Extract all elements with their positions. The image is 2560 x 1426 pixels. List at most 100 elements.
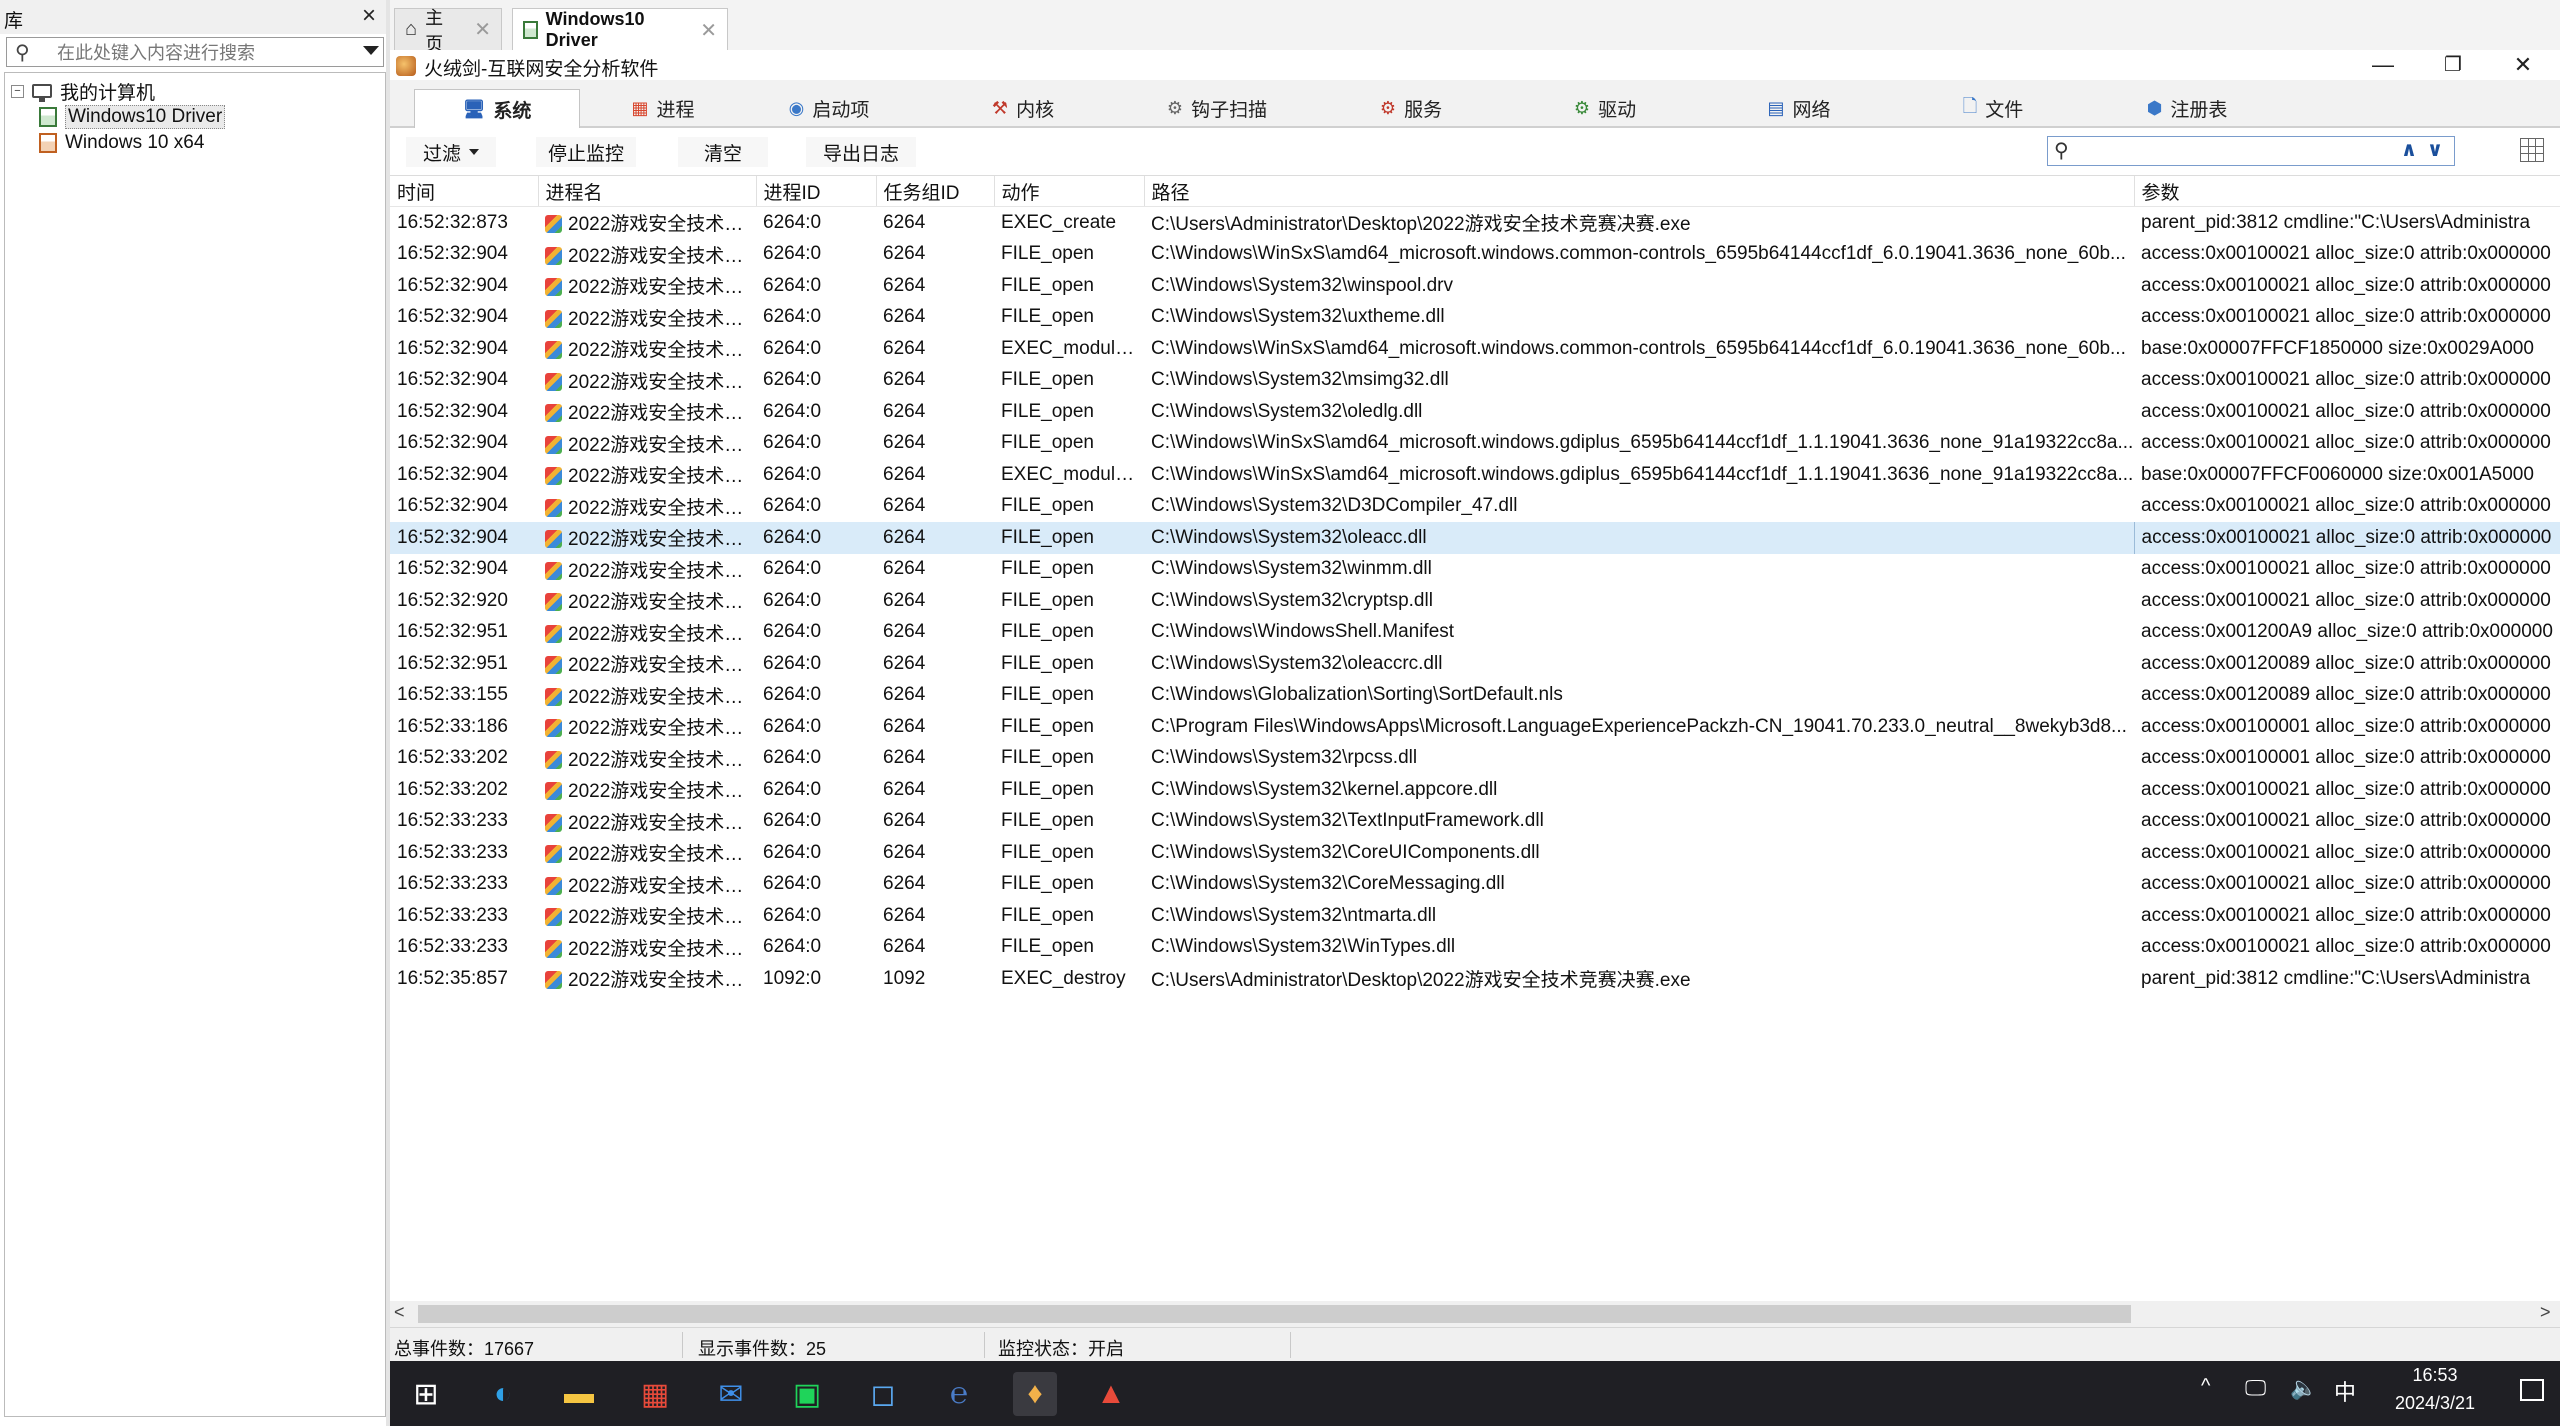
column-header-pid[interactable]: 进程ID	[756, 176, 877, 207]
tab-module-3[interactable]: ⚒ 内核	[940, 89, 1106, 128]
library-close-icon[interactable]: ×	[362, 2, 376, 30]
edge-icon: ◐	[493, 1377, 513, 1410]
tree-node-windows10-x64[interactable]: Windows 10 x64	[39, 131, 204, 155]
taskbar-app-5[interactable]: ▣	[785, 1372, 829, 1416]
library-search-box[interactable]: ⚲	[6, 37, 384, 67]
table-row[interactable]: 16:52:32:873 2022游戏安全技术竞... 6264:0 6264 EXEC…	[390, 207, 2560, 239]
tab-module-1[interactable]: ▦ 进程	[580, 89, 746, 128]
stop-monitor-button[interactable]: 停止监控	[536, 137, 636, 167]
tray-chevron-icon[interactable]: ^	[2201, 1375, 2210, 1398]
event-search-input[interactable]	[2084, 139, 2388, 165]
close-button[interactable]: ✕	[2488, 50, 2558, 80]
tab-home[interactable]: ⌂ 主页 ✕	[394, 8, 502, 54]
filter-dropdown-button[interactable]: 过滤	[406, 137, 496, 167]
clear-button[interactable]: 清空	[678, 137, 768, 167]
cell-task-group-id: 1092	[883, 967, 926, 989]
driver-icon: ⚙	[1573, 98, 1591, 118]
table-row[interactable]: 16:52:32:904 2022游戏安全技术竞... 6264:0 6264 EXEC…	[390, 333, 2560, 365]
column-header-task-group-id[interactable]: 任务组ID	[876, 176, 995, 207]
taskbar-app-3[interactable]: ▦	[633, 1372, 677, 1416]
column-header-time[interactable]: 时间	[390, 176, 539, 207]
table-row[interactable]: 16:52:33:233 2022游戏安全技术竞... 6264:0 6264 FILE…	[390, 837, 2560, 869]
table-row[interactable]: 16:52:33:186 2022游戏安全技术竞... 6264:0 6264 FILE…	[390, 711, 2560, 743]
taskbar-app-7[interactable]: ℮	[937, 1372, 981, 1416]
column-header-args[interactable]: 参数	[2134, 176, 2560, 207]
tab-module-4[interactable]: ⚙ 钩子扫描	[1134, 89, 1300, 128]
ime-indicator[interactable]: 中	[2334, 1375, 2356, 1407]
network-icon[interactable]: 🖵	[2245, 1375, 2266, 1401]
taskbar-app-1[interactable]: ◐	[481, 1372, 525, 1416]
taskbar-app-9[interactable]: ▲	[1089, 1372, 1133, 1416]
tab-windows10-driver[interactable]: Windows10 Driver ✕	[512, 8, 728, 51]
scrollbar-thumb[interactable]	[418, 1305, 2131, 1323]
table-row[interactable]: 16:52:33:233 2022游戏安全技术竞... 6264:0 6264 FILE…	[390, 900, 2560, 932]
column-header-path[interactable]: 路径	[1144, 176, 2135, 207]
table-row[interactable]: 16:52:33:202 2022游戏安全技术竞... 6264:0 6264 FILE…	[390, 774, 2560, 806]
tab-module-5[interactable]: ⚙ 服务	[1328, 89, 1494, 128]
table-row[interactable]: 16:52:32:904 2022游戏安全技术竞... 6264:0 6264 FILE…	[390, 270, 2560, 302]
table-row[interactable]: 16:52:32:904 2022游戏安全技术竞... 6264:0 6264 FILE…	[390, 428, 2560, 460]
table-row[interactable]: 16:52:33:155 2022游戏安全技术竞... 6264:0 6264 FILE…	[390, 680, 2560, 712]
process-icon: ▦	[631, 98, 649, 118]
table-row[interactable]: 16:52:33:202 2022游戏安全技术竞... 6264:0 6264 FILE…	[390, 743, 2560, 775]
column-header-process-name[interactable]: 进程名	[538, 176, 757, 207]
scroll-right-icon[interactable]: >	[2540, 1302, 2551, 1323]
tree-node-windows10-driver[interactable]: Windows10 Driver	[39, 105, 226, 129]
clock-time[interactable]: 16:53	[2380, 1365, 2490, 1386]
taskbar-app-4[interactable]: ✉	[709, 1372, 753, 1416]
tab-module-9[interactable]: ⬢ 注册表	[2104, 89, 2270, 128]
column-settings-icon[interactable]	[2520, 138, 2544, 162]
table-row[interactable]: 16:52:32:951 2022游戏安全技术竞... 6264:0 6264 FILE…	[390, 617, 2560, 649]
taskbar-app-0[interactable]: ⊞	[404, 1372, 448, 1416]
horizontal-scrollbar[interactable]: < >	[390, 1301, 2560, 1327]
library-search-input[interactable]	[55, 40, 359, 66]
tab-module-7[interactable]: ▤ 网络	[1716, 89, 1882, 128]
taskbar-app-2[interactable]: ▬	[557, 1372, 601, 1416]
search-next-icon[interactable]: ∨	[2424, 137, 2446, 162]
tree-node-my-computer[interactable]: − 我的计算机	[11, 79, 155, 104]
notification-icon[interactable]	[2520, 1379, 2544, 1401]
table-row[interactable]: 16:52:32:904 2022游戏安全技术竞... 6264:0 6264 FILE…	[390, 554, 2560, 586]
table-row[interactable]: 16:52:32:951 2022游戏安全技术竞... 6264:0 6264 FILE…	[390, 648, 2560, 680]
cell-args: access:0x001200A9 alloc_size:0 attrib:0x…	[2141, 621, 2553, 643]
cell-pid: 6264:0	[763, 558, 822, 580]
cell-args: access:0x00100001 alloc_size:0 attrib:0x…	[2141, 747, 2551, 769]
restore-button[interactable]: ❐	[2418, 50, 2488, 80]
table-row[interactable]: 16:52:32:904 2022游戏安全技术竞... 6264:0 6264 FILE…	[390, 396, 2560, 428]
cell-action: FILE_open	[1001, 778, 1094, 800]
table-row[interactable]: 16:52:32:904 2022游戏安全技术竞... 6264:0 6264 FILE…	[390, 491, 2560, 523]
table-row[interactable]: 16:52:32:904 2022游戏安全技术竞... 6264:0 6264 EXEC…	[390, 459, 2560, 491]
search-prev-icon[interactable]: ∧	[2398, 137, 2420, 162]
taskbar-app-6[interactable]: ◻	[861, 1372, 905, 1416]
table-row[interactable]: 16:52:33:233 2022游戏安全技术竞... 6264:0 6264 FILE…	[390, 806, 2560, 838]
tab-module-2[interactable]: ◉ 启动项	[746, 89, 912, 128]
tab-module-6[interactable]: ⚙ 驱动	[1522, 89, 1688, 128]
cell-pid: 6264:0	[763, 211, 822, 233]
table-row[interactable]: 16:52:33:233 2022游戏安全技术竞... 6264:0 6264 FILE…	[390, 869, 2560, 901]
table-row[interactable]: 16:52:32:920 2022游戏安全技术竞... 6264:0 6264 FILE…	[390, 585, 2560, 617]
cell-path: C:\Windows\System32\oledlg.dll	[1151, 400, 1423, 422]
taskbar-app-8[interactable]: ♦	[1013, 1372, 1057, 1416]
export-log-button[interactable]: 导出日志	[806, 137, 916, 167]
table-row[interactable]: 16:52:33:233 2022游戏安全技术竞... 6264:0 6264 FILE…	[390, 932, 2560, 964]
volume-icon[interactable]: 🔈	[2290, 1375, 2317, 1401]
minimize-button[interactable]: —	[2348, 50, 2418, 80]
tab-module-0[interactable]: 🖥 系统	[414, 89, 580, 128]
scroll-left-icon[interactable]: <	[394, 1302, 405, 1323]
cell-action: FILE_open	[1001, 558, 1094, 580]
dropdown-arrow-icon[interactable]	[363, 46, 379, 55]
cell-args: base:0x00007FFCF0060000 size:0x001A5000	[2141, 463, 2534, 485]
clock-date[interactable]: 2024/3/21	[2380, 1393, 2490, 1414]
table-row[interactable]: 16:52:32:904 2022游戏安全技术竞... 6264:0 6264 FILE…	[390, 522, 2560, 554]
tree-collapse-icon[interactable]: −	[11, 84, 24, 98]
table-row[interactable]: 16:52:32:904 2022游戏安全技术竞... 6264:0 6264 FILE…	[390, 365, 2560, 397]
tab-close-icon[interactable]: ✕	[474, 17, 491, 42]
table-row[interactable]: 16:52:32:904 2022游戏安全技术竞... 6264:0 6264 FILE…	[390, 302, 2560, 334]
column-header-action[interactable]: 动作	[994, 176, 1145, 207]
table-row[interactable]: 16:52:32:904 2022游戏安全技术竞... 6264:0 6264 FILE…	[390, 239, 2560, 271]
tab-close-icon[interactable]: ✕	[700, 18, 717, 43]
tab-module-8[interactable]: 🗋 文件	[1910, 89, 2076, 128]
table-row[interactable]: 16:52:35:857 2022游戏安全技术竞... 1092:0 1092 EXEC…	[390, 963, 2560, 995]
event-search-box[interactable]: ⚲ ∧ ∨	[2047, 136, 2455, 166]
cell-action: FILE_open	[1001, 841, 1094, 863]
